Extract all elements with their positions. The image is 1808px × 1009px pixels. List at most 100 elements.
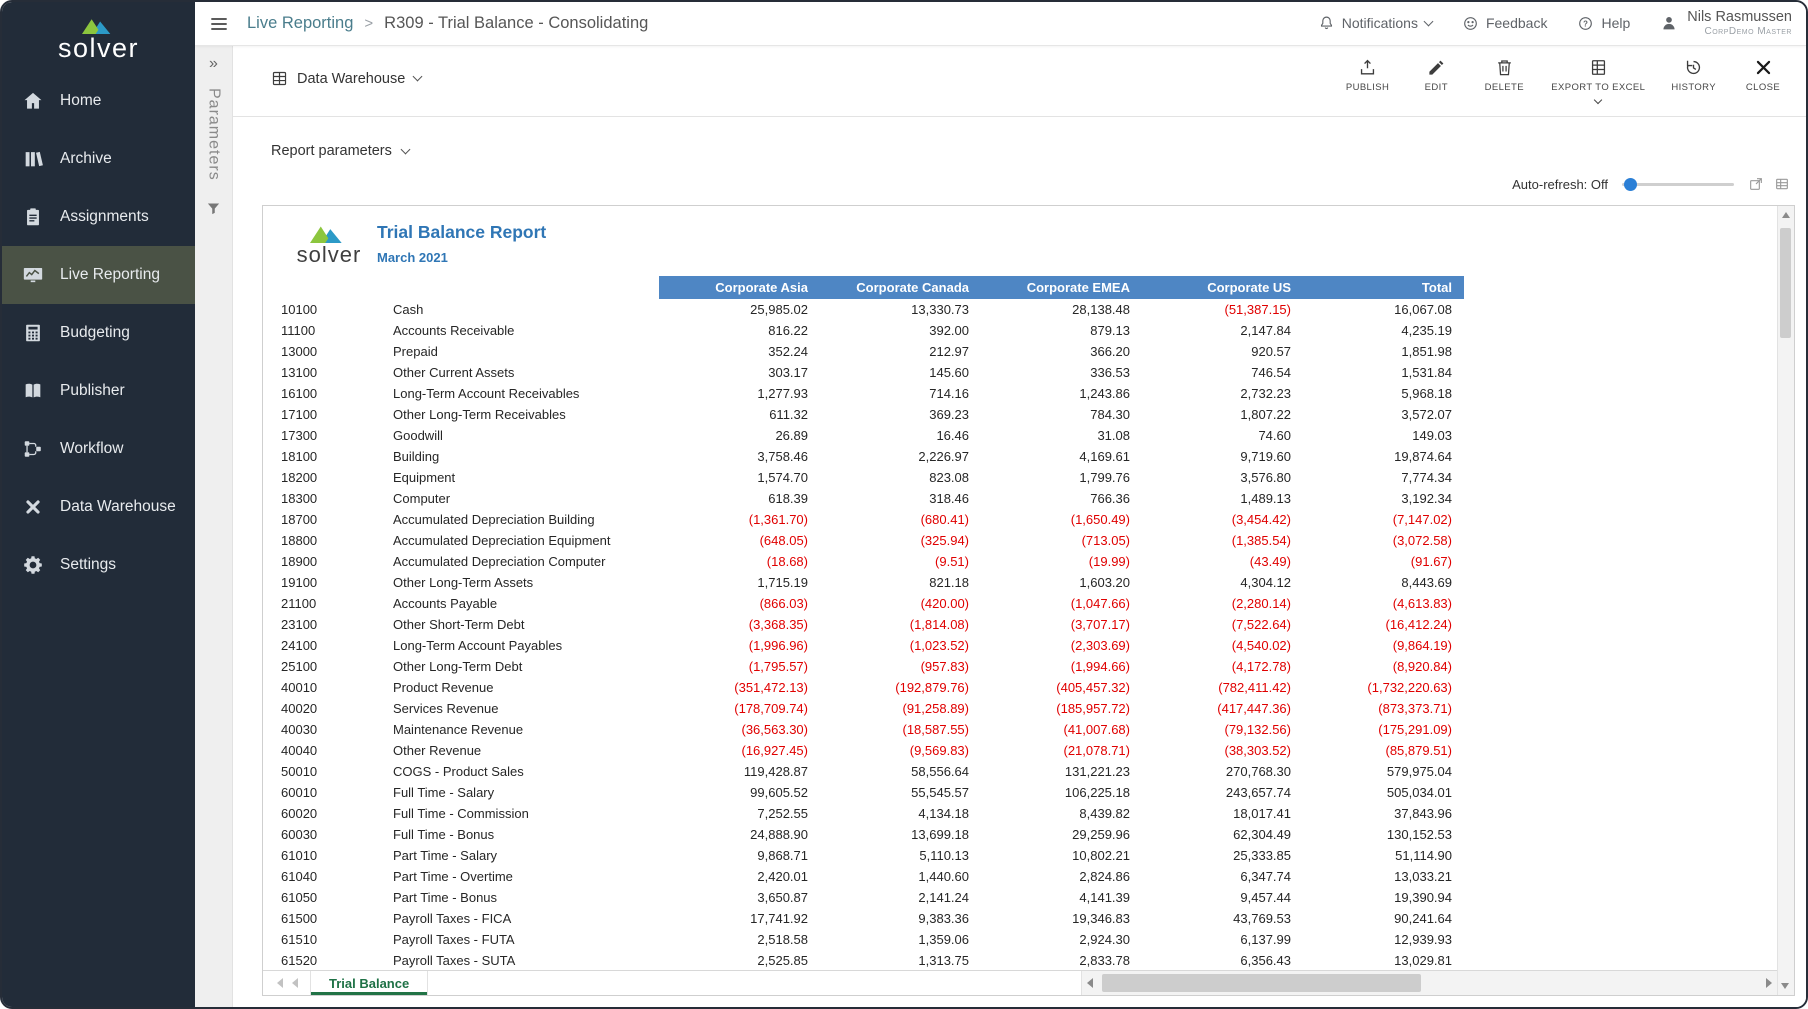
export-to-excel-button[interactable]: EXPORT TO EXCEL (1551, 58, 1645, 103)
scroll-up-arrow[interactable] (1782, 212, 1790, 218)
sidebar-item-assignments[interactable]: Assignments (2, 188, 195, 246)
account-code: 50010 (281, 761, 393, 782)
account-code: 60010 (281, 782, 393, 803)
account-name: Other Short-Term Debt (393, 614, 659, 635)
help-button[interactable]: ? Help (1577, 15, 1630, 32)
first-sheet-arrow[interactable] (277, 978, 283, 988)
popout-icon[interactable] (1748, 176, 1764, 192)
amount-cell: (351,472.13) (659, 677, 820, 698)
hamburger-menu-icon[interactable] (195, 14, 243, 34)
amount-cell: (873,373.71) (1303, 698, 1464, 719)
help-icon: ? (1577, 15, 1594, 32)
amount-cell: 3,576.80 (1142, 467, 1303, 488)
history-button[interactable]: HISTORY (1671, 58, 1716, 93)
sidebar-item-home[interactable]: Home (2, 72, 195, 130)
amount-cell: (1,047.66) (981, 593, 1142, 614)
solver-mountain-icon (78, 17, 120, 34)
feedback-label: Feedback (1486, 15, 1547, 31)
amount-cell: (91.67) (1303, 551, 1464, 572)
account-name: Other Long-Term Debt (393, 656, 659, 677)
clipboard-icon (22, 206, 44, 228)
sidebar-item-label: Publisher (60, 382, 125, 400)
sidebar-item-data-warehouse[interactable]: Data Warehouse (2, 478, 195, 536)
filter-funnel-icon[interactable] (206, 201, 221, 221)
scroll-down-arrow[interactable] (1781, 983, 1789, 989)
amount-cell: (3,707.17) (981, 614, 1142, 635)
report-parameters-row: Report parameters (233, 117, 1806, 161)
account-code: 18300 (281, 488, 393, 509)
edit-button[interactable]: EDIT (1415, 58, 1457, 93)
account-code: 61040 (281, 866, 393, 887)
amount-cell: 920.57 (1142, 341, 1303, 362)
horizontal-scroll-thumb[interactable] (1102, 974, 1422, 992)
auto-refresh-slider[interactable] (1622, 183, 1734, 186)
amount-cell: (21,078.71) (981, 740, 1142, 761)
sidebar-item-archive[interactable]: Archive (2, 130, 195, 188)
grid-view-icon[interactable] (1774, 176, 1790, 192)
horizontal-scrollbar[interactable] (1081, 971, 1777, 995)
amount-cell: 336.53 (981, 362, 1142, 383)
account-code: 40040 (281, 740, 393, 761)
pencil-icon (1427, 58, 1446, 77)
account-name: Goodwill (393, 425, 659, 446)
sheet-tab-trial-balance[interactable]: Trial Balance (310, 971, 428, 995)
notifications-button[interactable]: Notifications (1318, 15, 1432, 32)
expand-panel-icon[interactable]: » (209, 56, 218, 72)
amount-cell: 3,758.46 (659, 446, 820, 467)
amount-cell: 37,843.96 (1303, 803, 1464, 824)
vertical-scrollbar[interactable] (1777, 206, 1794, 995)
amount-cell: 25,985.02 (659, 299, 820, 320)
amount-cell: 7,774.34 (1303, 467, 1464, 488)
main-area: Live Reporting > R309 - Trial Balance - … (195, 2, 1806, 1007)
gear-icon (22, 554, 44, 576)
solver-logo: solver (2, 2, 195, 68)
sidebar-item-live-reporting[interactable]: Live Reporting (2, 246, 195, 304)
sidebar-item-publisher[interactable]: Publisher (2, 362, 195, 420)
account-name: Equipment (393, 467, 659, 488)
table-row: 18900Accumulated Depreciation Computer(1… (281, 551, 1464, 572)
workflow-icon (22, 438, 44, 460)
feedback-button[interactable]: Feedback (1462, 15, 1547, 32)
report-parameters-toggle[interactable]: Report parameters (271, 143, 409, 159)
amount-cell: 31.08 (981, 425, 1142, 446)
topbar-right: Notifications Feedback ? Help Nils Rasmu… (1318, 9, 1792, 37)
previous-sheet-arrow[interactable] (292, 978, 298, 988)
amount-cell: (79,132.56) (1142, 719, 1303, 740)
auto-refresh-knob[interactable] (1624, 178, 1637, 191)
publish-button[interactable]: PUBLISH (1346, 58, 1389, 93)
scroll-right-arrow[interactable] (1766, 978, 1772, 988)
table-row: 40020Services Revenue(178,709.74)(91,258… (281, 698, 1464, 719)
amount-cell: 25,333.85 (1142, 845, 1303, 866)
scroll-left-arrow[interactable] (1087, 978, 1093, 988)
amount-cell: 1,807.22 (1142, 404, 1303, 425)
amount-cell: 26.89 (659, 425, 820, 446)
sidebar-item-budgeting[interactable]: Budgeting (2, 304, 195, 362)
amount-cell: 13,330.73 (820, 299, 981, 320)
report-card: solver Trial Balance Report March 2021 (262, 205, 1795, 996)
data-source-selector[interactable]: Data Warehouse (271, 70, 421, 87)
table-row: 50010COGS - Product Sales119,428.8758,55… (281, 761, 1464, 782)
amount-cell: 131,221.23 (981, 761, 1142, 782)
sidebar-item-workflow[interactable]: Workflow (2, 420, 195, 478)
amount-cell: (9,569.83) (820, 740, 981, 761)
amount-cell: (1,361.70) (659, 509, 820, 530)
sidebar-item-settings[interactable]: Settings (2, 536, 195, 594)
parameters-panel-collapsed: » Parameters (195, 46, 233, 1007)
amount-cell: 13,033.21 (1303, 866, 1464, 887)
account-code: 17100 (281, 404, 393, 425)
publish-icon (1358, 58, 1377, 77)
amount-cell: 145.60 (820, 362, 981, 383)
report-table-head-row: Corporate AsiaCorporate CanadaCorporate … (281, 276, 1464, 299)
amount-cell: 766.36 (981, 488, 1142, 509)
close-button[interactable]: CLOSE (1742, 58, 1784, 93)
breadcrumb-section[interactable]: Live Reporting (247, 14, 353, 33)
user-menu[interactable]: Nils Rasmussen CorpDemo Master (1660, 9, 1792, 37)
delete-button[interactable]: DELETE (1483, 58, 1525, 93)
vertical-scroll-thumb[interactable] (1780, 228, 1791, 338)
account-code: 18700 (281, 509, 393, 530)
amount-cell: 392.00 (820, 320, 981, 341)
account-code: 13100 (281, 362, 393, 383)
auto-refresh-label: Auto-refresh: Off (1512, 177, 1608, 192)
amount-cell: (405,457.32) (981, 677, 1142, 698)
amount-cell: (3,454.42) (1142, 509, 1303, 530)
